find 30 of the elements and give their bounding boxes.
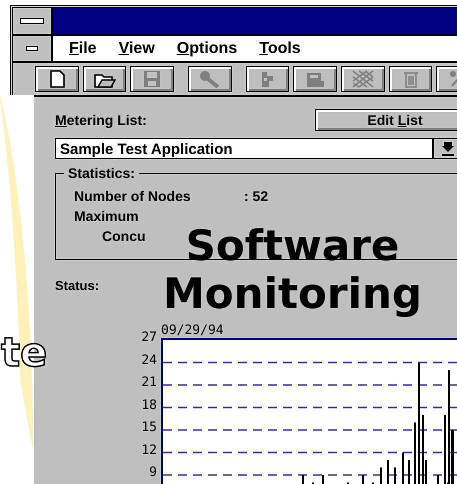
overlay-title: Monitoring bbox=[163, 270, 422, 318]
menu-item[interactable]: File bbox=[69, 40, 97, 58]
metering-list-label: Metering List: bbox=[55, 112, 147, 128]
y-axis-tick: 9 bbox=[149, 466, 157, 482]
y-axis-tick: 24 bbox=[141, 354, 157, 370]
metering-list-dropdown[interactable]: Sample Test Application bbox=[55, 138, 433, 159]
document-menu-button[interactable] bbox=[13, 36, 53, 61]
statistic-label: Maximum bbox=[74, 208, 140, 226]
statistic-value: : 52 bbox=[244, 188, 268, 206]
hatched-grid-icon bbox=[350, 69, 375, 89]
y-axis-tick: 12 bbox=[141, 444, 157, 460]
menu-item[interactable]: Tools bbox=[259, 40, 301, 58]
menu-item[interactable]: Options bbox=[176, 40, 238, 58]
y-axis-tick: 27 bbox=[141, 331, 157, 347]
menu-item[interactable]: View bbox=[118, 40, 155, 58]
overlay-title: Software bbox=[186, 222, 400, 270]
overlay-text: te bbox=[1, 330, 48, 376]
statistics-title: Statistics: bbox=[64, 165, 139, 181]
y-axis-tick: 18 bbox=[141, 398, 157, 414]
dropdown-arrow-button[interactable] bbox=[433, 138, 457, 159]
statistic-label: Number of Nodes bbox=[74, 188, 192, 206]
edit-list-button[interactable]: Edit List bbox=[315, 109, 457, 131]
down-arrow-icon bbox=[442, 142, 454, 156]
chart-date: 09/29/94 bbox=[161, 323, 225, 338]
y-axis-tick: 21 bbox=[141, 376, 157, 392]
status-label: Status: bbox=[55, 278, 100, 293]
toolbar-button[interactable] bbox=[82, 66, 126, 92]
toolbar-button[interactable] bbox=[35, 66, 79, 92]
y-axis-tick: 15 bbox=[141, 421, 157, 437]
key-icon bbox=[198, 69, 222, 89]
